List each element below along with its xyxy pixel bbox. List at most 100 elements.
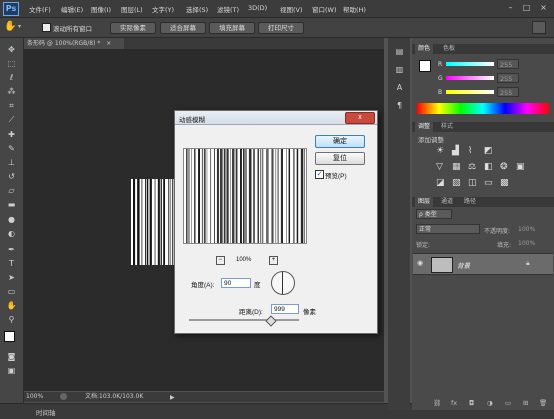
- r-channel-input[interactable]: 255: [497, 59, 519, 69]
- marquee-tool-icon[interactable]: ⬚: [5, 58, 18, 69]
- preview-window[interactable]: [183, 148, 307, 244]
- menu-type[interactable]: 文字(Y): [152, 4, 174, 14]
- zoom-tool-icon[interactable]: ⚲: [5, 314, 18, 325]
- paragraph-panel-icon[interactable]: ¶: [393, 100, 406, 111]
- tool-preset-chevron-icon[interactable]: ▾: [18, 23, 21, 30]
- color-balance-icon[interactable]: ⚖: [468, 162, 476, 172]
- gradient-map-icon[interactable]: ▭: [484, 178, 493, 188]
- menu-file[interactable]: 文件(F): [29, 4, 51, 14]
- menu-select[interactable]: 选择(S): [186, 4, 208, 14]
- zoom-level[interactable]: 100%: [26, 392, 43, 402]
- type-tool-icon[interactable]: T: [5, 258, 18, 269]
- tab-adjustments[interactable]: 调整: [415, 122, 434, 132]
- menu-image[interactable]: 图像(I): [91, 4, 111, 14]
- close-window-button[interactable]: ×: [538, 3, 549, 12]
- distance-input[interactable]: 999: [271, 304, 299, 314]
- layer-name[interactable]: 背景: [457, 260, 470, 270]
- dodge-tool-icon[interactable]: ◐: [5, 228, 18, 239]
- posterize-icon[interactable]: ▧: [452, 178, 461, 188]
- angle-dial[interactable]: [271, 271, 295, 295]
- menu-filter[interactable]: 滤镜(T): [217, 4, 239, 14]
- character-panel-icon[interactable]: A: [393, 82, 406, 93]
- tab-styles[interactable]: 样式: [438, 122, 456, 132]
- new-group-icon[interactable]: ▭: [505, 399, 511, 407]
- black-white-icon[interactable]: ◧: [484, 162, 493, 172]
- pen-tool-icon[interactable]: ✒: [5, 244, 18, 255]
- healing-brush-tool-icon[interactable]: ✚: [5, 129, 18, 140]
- fill-value[interactable]: 100%: [518, 240, 535, 247]
- tab-layers[interactable]: 图层: [415, 197, 434, 207]
- levels-icon[interactable]: ▟: [452, 146, 459, 156]
- status-arrow-icon[interactable]: ▶: [170, 393, 175, 403]
- print-size-button[interactable]: 打印尺寸: [258, 22, 304, 34]
- magic-wand-tool-icon[interactable]: ⁂: [5, 86, 18, 97]
- g-channel-slider[interactable]: [446, 76, 494, 80]
- menu-window[interactable]: 窗口(W): [312, 4, 337, 14]
- exposure-icon[interactable]: ◩: [484, 146, 493, 156]
- adjustment-layer-icon[interactable]: ◑: [487, 399, 493, 407]
- menu-view[interactable]: 视图(V): [280, 4, 303, 14]
- move-tool-icon[interactable]: ✥: [5, 44, 18, 55]
- document-tab[interactable]: 条形码 @ 100%(RGB/8) * ×: [24, 38, 124, 49]
- blend-mode-select[interactable]: 正常: [416, 224, 480, 234]
- menu-help[interactable]: 帮助(H): [343, 4, 366, 14]
- blur-tool-icon[interactable]: ●: [5, 214, 18, 225]
- distance-slider-thumb[interactable]: [265, 315, 277, 327]
- rectangle-tool-icon[interactable]: ▭: [5, 286, 18, 297]
- hue-saturation-icon[interactable]: ▦: [452, 162, 461, 172]
- dialog-close-button[interactable]: x: [345, 112, 375, 124]
- preview-checkbox[interactable]: ✓: [315, 170, 324, 179]
- link-layers-icon[interactable]: ⛓: [433, 399, 441, 407]
- clone-stamp-tool-icon[interactable]: ⊥: [5, 157, 18, 168]
- eraser-tool-icon[interactable]: ▱: [5, 185, 18, 196]
- photo-filter-icon[interactable]: ❂: [500, 162, 508, 172]
- layer-filter-select[interactable]: ρ 类型: [416, 209, 452, 219]
- channel-mixer-icon[interactable]: ▣: [516, 162, 525, 172]
- g-channel-input[interactable]: 255: [497, 73, 519, 83]
- hand-tool-icon[interactable]: ✋: [5, 300, 18, 311]
- foreground-color-swatch[interactable]: [4, 331, 15, 342]
- maximize-button[interactable]: □: [521, 3, 532, 12]
- close-tab-icon[interactable]: ×: [106, 40, 111, 47]
- tab-color[interactable]: 颜色: [415, 44, 434, 54]
- menu-layer[interactable]: 图层(L): [121, 4, 143, 14]
- dialog-titlebar[interactable]: 动感模糊 x: [175, 111, 377, 125]
- ok-button[interactable]: 确定: [315, 135, 365, 148]
- tab-swatches[interactable]: 色板: [440, 44, 458, 54]
- distance-slider-track[interactable]: [189, 319, 299, 321]
- scroll-all-windows-checkbox[interactable]: [42, 23, 51, 32]
- new-layer-icon[interactable]: ⊞: [523, 399, 528, 407]
- layer-style-icon[interactable]: fx: [451, 399, 457, 407]
- angle-input[interactable]: 90: [221, 278, 251, 288]
- vibrance-icon[interactable]: ▽: [436, 162, 443, 172]
- selective-color-icon[interactable]: ▩: [500, 178, 509, 188]
- curves-icon[interactable]: ⌇: [468, 146, 472, 156]
- gradient-tool-icon[interactable]: ▬: [5, 199, 18, 210]
- invert-icon[interactable]: ◪: [436, 178, 445, 188]
- brightness-icon[interactable]: ☀: [436, 146, 444, 156]
- delete-layer-icon[interactable]: 🗑︎: [539, 399, 547, 407]
- screen-mode-icon[interactable]: ▣: [5, 365, 18, 376]
- menu-3d[interactable]: 3D(D): [248, 4, 267, 12]
- fit-screen-button[interactable]: 适合屏幕: [160, 22, 206, 34]
- quick-mask-icon[interactable]: ◙: [5, 351, 18, 362]
- minimize-button[interactable]: –: [505, 3, 516, 12]
- actual-pixels-button[interactable]: 实际像素: [110, 22, 156, 34]
- fill-screen-button[interactable]: 填充屏幕: [209, 22, 255, 34]
- layer-row[interactable]: ◉ 背景 🔒︎: [413, 253, 553, 275]
- zoom-in-button[interactable]: +: [269, 256, 278, 265]
- lasso-tool-icon[interactable]: ℓ: [5, 72, 18, 83]
- panel-foreground-swatch[interactable]: [419, 60, 431, 72]
- threshold-icon[interactable]: ◫: [468, 178, 477, 188]
- opacity-value[interactable]: 100%: [518, 226, 535, 233]
- r-channel-slider[interactable]: [446, 62, 494, 66]
- zoom-out-button[interactable]: −: [216, 256, 225, 265]
- crop-tool-icon[interactable]: ⌗: [5, 100, 18, 111]
- timeline-tab[interactable]: 时间轴: [36, 407, 56, 417]
- layer-mask-icon[interactable]: ◘: [469, 399, 474, 407]
- history-brush-tool-icon[interactable]: ↺: [5, 171, 18, 182]
- history-panel-icon[interactable]: ▤: [393, 46, 406, 57]
- workspace-switcher[interactable]: [532, 21, 546, 34]
- b-channel-input[interactable]: 255: [497, 87, 519, 97]
- tab-paths[interactable]: 路径: [461, 197, 479, 207]
